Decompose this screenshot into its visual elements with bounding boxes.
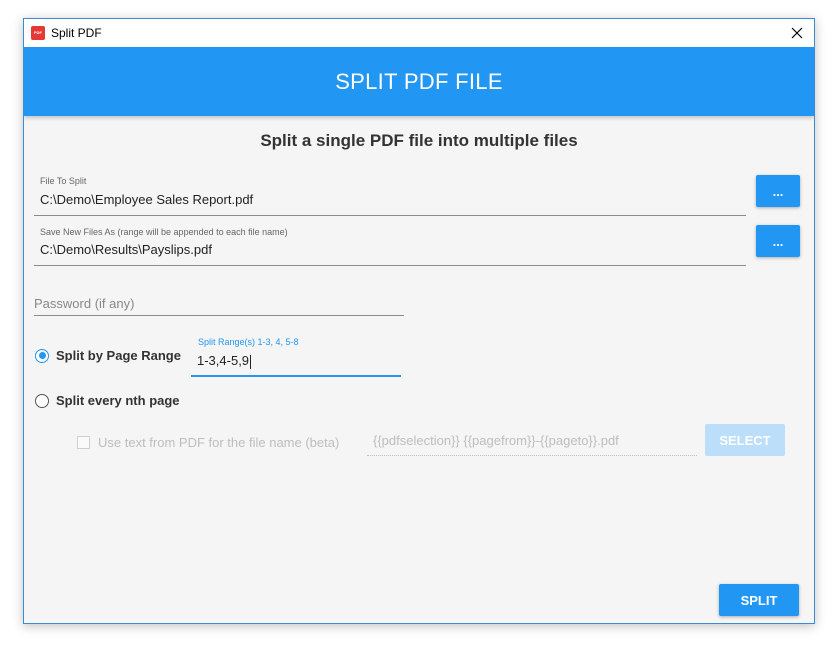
radio-split-page-range[interactable]: Split by Page Range bbox=[35, 348, 181, 363]
select-button[interactable]: SELECT bbox=[705, 424, 785, 456]
split-pdf-window: PDF Split PDF SPLIT PDF FILE Split a sin… bbox=[23, 18, 815, 624]
text-caret bbox=[250, 354, 252, 369]
title-bar: PDF Split PDF bbox=[24, 19, 814, 47]
close-icon bbox=[791, 27, 803, 39]
file-to-split-label: File To Split bbox=[40, 176, 87, 186]
browse-save-label: ... bbox=[772, 233, 784, 249]
use-pdf-text-option[interactable]: Use text from PDF for the file name (bet… bbox=[77, 435, 339, 450]
password-input[interactable]: Password (if any) bbox=[34, 283, 404, 316]
split-button-label: SPLIT bbox=[740, 592, 778, 608]
browse-file-button[interactable]: ... bbox=[756, 175, 800, 207]
split-range-value-wrap: 1-3,4-5,9 bbox=[197, 353, 252, 369]
save-as-field[interactable]: Save New Files As (range will be appende… bbox=[34, 222, 746, 266]
split-range-value: 1-3,4-5,9 bbox=[197, 353, 250, 368]
header-bar: SPLIT PDF FILE bbox=[24, 47, 814, 116]
save-as-value: C:\Demo\Results\Payslips.pdf bbox=[40, 242, 212, 257]
save-as-label: Save New Files As (range will be appende… bbox=[40, 227, 288, 237]
split-range-label: Split Range(s) 1-3, 4, 5-8 bbox=[198, 337, 299, 347]
filename-pattern-input[interactable]: {{pdfselection}} {{pagefrom}}-{{pageto}}… bbox=[367, 429, 697, 456]
window-title: Split PDF bbox=[51, 26, 102, 40]
password-placeholder: Password (if any) bbox=[34, 296, 135, 311]
use-pdf-text-checkbox[interactable] bbox=[77, 436, 90, 449]
filename-pattern-value: {{pdfselection}} {{pagefrom}}-{{pageto}}… bbox=[373, 433, 619, 448]
file-to-split-value: C:\Demo\Employee Sales Report.pdf bbox=[40, 192, 254, 207]
header-title: SPLIT PDF FILE bbox=[335, 68, 503, 94]
radio-page-range-indicator[interactable] bbox=[35, 348, 49, 363]
page-subtitle: Split a single PDF file into multiple fi… bbox=[260, 131, 578, 150]
radio-page-range-label: Split by Page Range bbox=[56, 348, 181, 363]
close-button[interactable] bbox=[780, 19, 814, 47]
split-range-input[interactable]: Split Range(s) 1-3, 4, 5-8 1-3,4-5,9 bbox=[191, 337, 401, 377]
radio-nth-page-indicator[interactable] bbox=[35, 393, 49, 408]
split-button[interactable]: SPLIT bbox=[719, 584, 799, 616]
radio-nth-page-label: Split every nth page bbox=[56, 393, 180, 408]
browse-save-button[interactable]: ... bbox=[756, 225, 800, 257]
select-button-label: SELECT bbox=[719, 432, 771, 448]
radio-split-nth-page[interactable]: Split every nth page bbox=[35, 393, 180, 408]
browse-file-label: ... bbox=[772, 183, 784, 199]
file-to-split-field[interactable]: File To Split C:\Demo\Employee Sales Rep… bbox=[34, 172, 746, 216]
use-pdf-text-label: Use text from PDF for the file name (bet… bbox=[98, 435, 340, 450]
pdf-app-icon: PDF bbox=[31, 26, 45, 40]
